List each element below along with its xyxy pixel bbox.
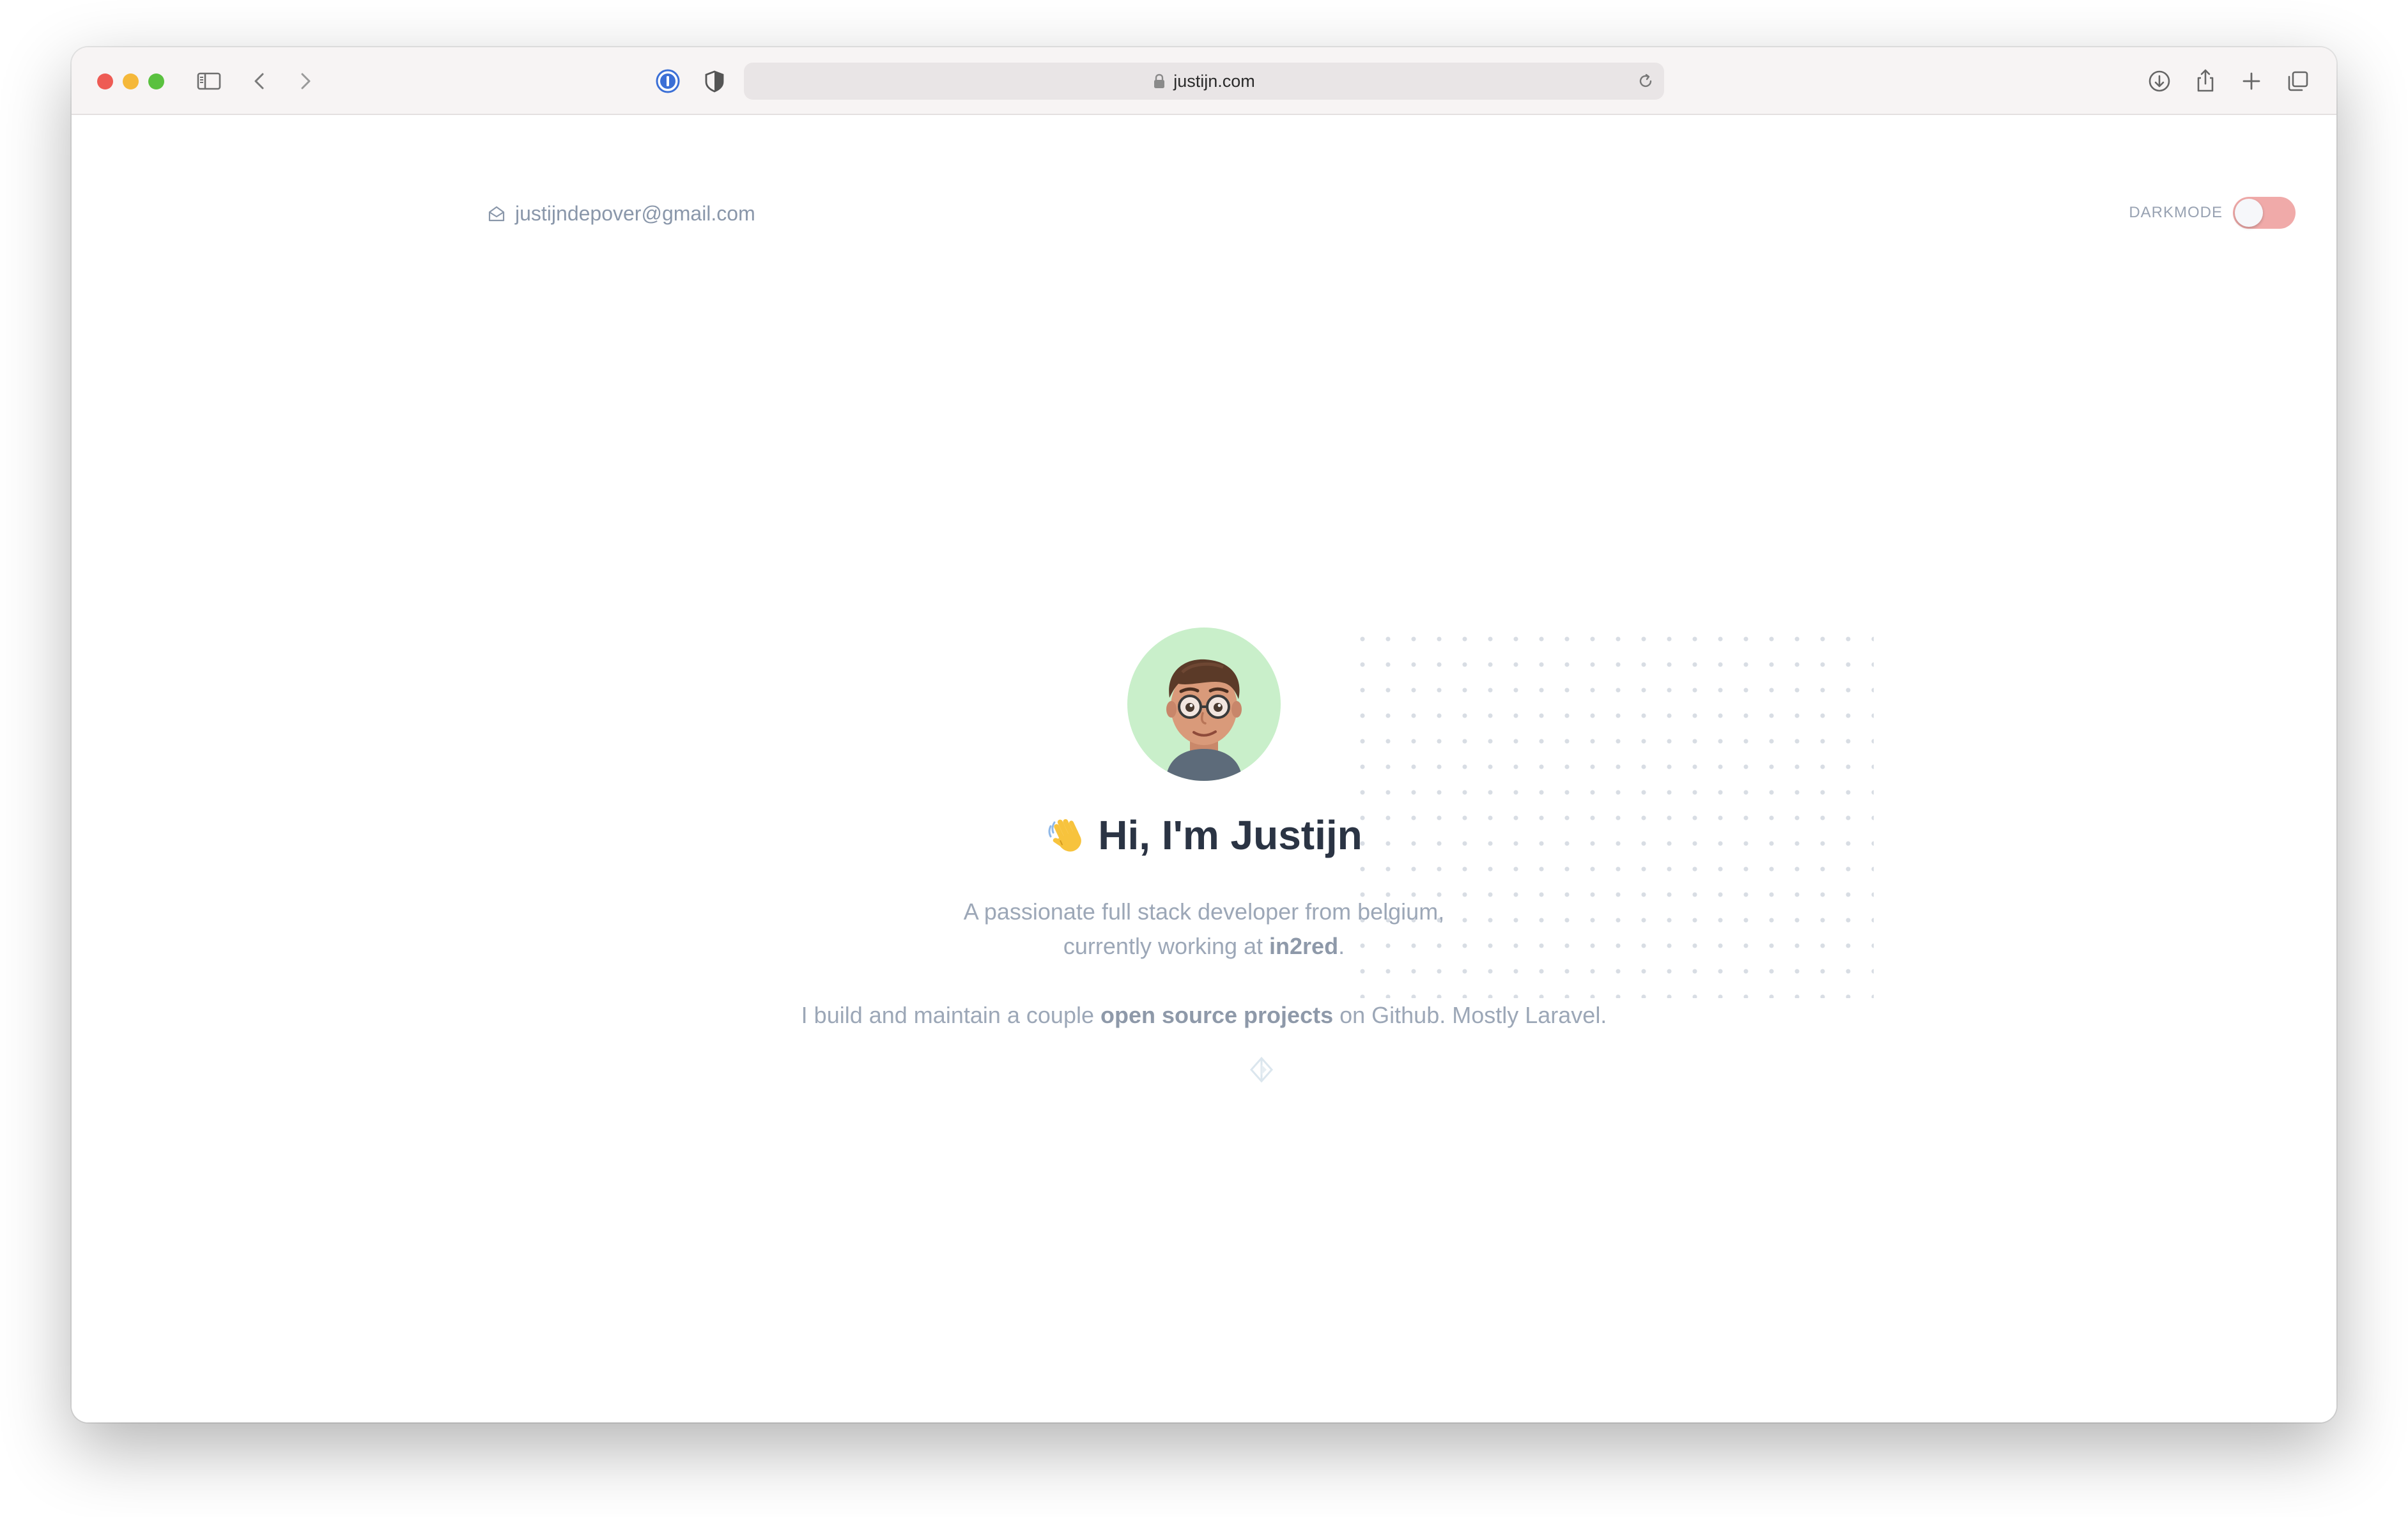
email-address: justijndepover@gmail.com bbox=[515, 202, 755, 225]
reload-icon[interactable] bbox=[1636, 72, 1655, 91]
sidebar-icon[interactable] bbox=[194, 66, 224, 96]
share-icon[interactable] bbox=[2191, 66, 2220, 96]
minimize-window-button[interactable] bbox=[123, 73, 139, 89]
tab-overview-icon[interactable] bbox=[2283, 66, 2312, 96]
web-page: justijndepover@gmail.com DARKMODE Hi, I'… bbox=[72, 115, 2336, 1422]
forward-chevron-icon[interactable] bbox=[290, 66, 320, 96]
company-link[interactable]: in2red bbox=[1269, 933, 1338, 959]
waving-hand-icon bbox=[1046, 815, 1086, 856]
password-manager-icon[interactable] bbox=[653, 66, 683, 96]
lock-icon bbox=[1153, 73, 1166, 89]
heading-text: Hi, I'm Justijn bbox=[1098, 812, 1362, 858]
site-logo-icon bbox=[1246, 1054, 1277, 1085]
intro-line-2-prefix: currently working at bbox=[1063, 933, 1270, 959]
mail-icon bbox=[487, 204, 506, 224]
avatar bbox=[1127, 628, 1281, 781]
intro-line-2: currently working at in2red. bbox=[72, 929, 2336, 964]
shield-icon[interactable] bbox=[700, 66, 729, 96]
intro-paragraph: A passionate full stack developer from b… bbox=[72, 895, 2336, 964]
url-text: justijn.com bbox=[1173, 71, 1255, 91]
address-bar[interactable]: justijn.com bbox=[744, 63, 1664, 100]
toggle-knob bbox=[2235, 199, 2263, 227]
browser-toolbar: justijn.com bbox=[72, 47, 2336, 115]
intro-line-2-suffix: . bbox=[1338, 933, 1345, 959]
open-source-projects-link[interactable]: open source projects bbox=[1100, 1002, 1333, 1028]
close-window-button[interactable] bbox=[97, 73, 113, 89]
browser-window: justijn.com justijndepover@gmail.com DAR… bbox=[72, 47, 2336, 1422]
zoom-window-button[interactable] bbox=[148, 73, 164, 89]
intro-line-1: A passionate full stack developer from b… bbox=[963, 898, 1445, 925]
download-icon[interactable] bbox=[2145, 66, 2174, 96]
email-link[interactable]: justijndepover@gmail.com bbox=[487, 202, 755, 226]
oss-suffix: on Github. Mostly Laravel. bbox=[1333, 1002, 1607, 1028]
darkmode-toggle[interactable] bbox=[2233, 197, 2296, 229]
oss-prefix: I build and maintain a couple bbox=[801, 1002, 1100, 1028]
page-title: Hi, I'm Justijn bbox=[72, 812, 2336, 859]
open-source-paragraph: I build and maintain a couple open sourc… bbox=[72, 998, 2336, 1033]
darkmode-switch: DARKMODE bbox=[2129, 197, 2296, 229]
darkmode-label: DARKMODE bbox=[2129, 204, 2223, 221]
new-tab-icon[interactable] bbox=[2237, 66, 2266, 96]
back-chevron-icon[interactable] bbox=[245, 66, 275, 96]
